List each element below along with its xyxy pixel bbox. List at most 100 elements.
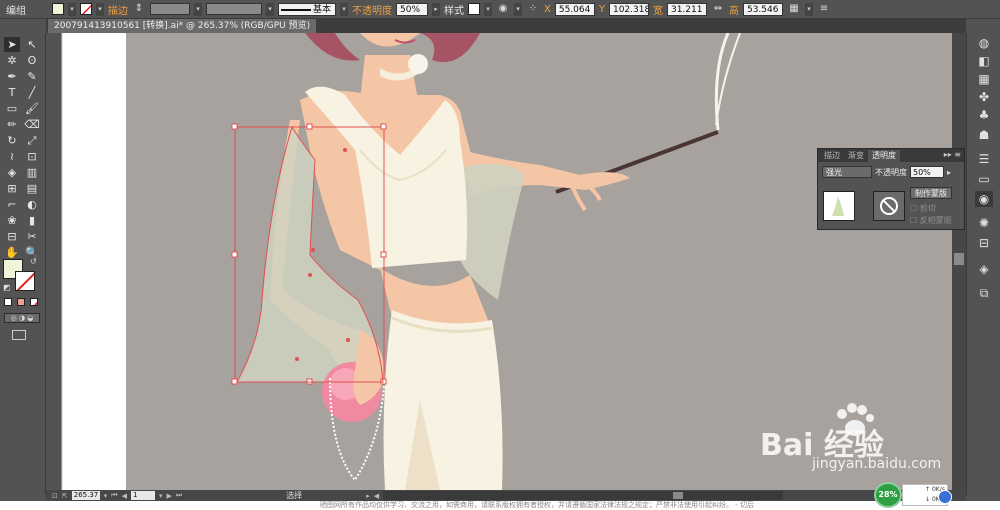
selection-tool-icon[interactable]: ➤ (4, 37, 20, 52)
eraser-tool-icon[interactable]: ⌫ (24, 117, 40, 132)
y-field[interactable]: 102.318 m (608, 2, 649, 16)
artboard-number-field[interactable]: 1 (130, 491, 155, 500)
panel-menu-icon[interactable]: ▸▸ ≡ (944, 150, 961, 159)
document-tab[interactable]: 200791413910561 [转换].ai* @ 265.37% (RGB/… (48, 19, 317, 33)
recolor-dropdown[interactable]: ▾ (514, 2, 522, 16)
none-mode-icon[interactable] (30, 298, 38, 306)
make-mask-button[interactable]: 制作蒙版 (910, 187, 952, 199)
rectangle-tool-icon[interactable]: ▭ (4, 101, 20, 116)
swatches-icon[interactable]: ▦ (975, 71, 993, 87)
mask-thumbnail[interactable] (873, 191, 905, 221)
align-icon[interactable]: ▦ (787, 2, 801, 16)
status-menu-arrow[interactable]: ▸ (366, 492, 370, 500)
draw-mode-icon[interactable]: ◎ ◑ ◒ (4, 313, 40, 323)
stroke-panel-icon[interactable]: ☰ (975, 151, 993, 167)
transparency-panel-icon[interactable]: ◉ (975, 191, 993, 207)
scale-tool-icon[interactable]: ⤢ (24, 133, 40, 148)
stroke-weight-stepper[interactable]: ⇕ (132, 2, 146, 16)
horizontal-scroll-thumb[interactable] (673, 492, 684, 499)
opacity-arrow-icon[interactable]: ▸ (947, 168, 951, 177)
slice-tool-icon[interactable]: ✂ (24, 229, 40, 244)
invert-mask-checkbox[interactable]: ☐ 反相蒙版 (910, 215, 952, 226)
swap-fill-stroke-icon[interactable]: ↺ (30, 257, 37, 266)
screen-mode-icon[interactable] (12, 330, 26, 340)
graphic-styles-icon[interactable]: ☗ (975, 127, 993, 143)
tab-stroke[interactable]: 描边 (820, 150, 844, 162)
layers-icon[interactable]: ◈ (975, 261, 993, 277)
artboards-icon[interactable]: ⧉ (975, 285, 993, 301)
pencil-tool-icon[interactable]: ✏ (4, 117, 20, 132)
paintbrush-tool-icon[interactable]: 🖌 (24, 101, 40, 116)
shape-builder-tool-icon[interactable]: ◈ (4, 165, 20, 180)
gradient-tool-icon[interactable]: ▤ (24, 181, 40, 196)
stroke-dropdown[interactable]: ▾ (96, 2, 104, 16)
gradient-mode-icon[interactable] (17, 298, 25, 306)
export-icon[interactable]: ⇱ (62, 492, 68, 500)
constrain-proportions-icon[interactable]: ⇔ (711, 2, 725, 16)
appearance-icon[interactable]: ✺ (975, 215, 993, 231)
rotate-tool-icon[interactable]: ↻ (4, 133, 20, 148)
width-tool-icon[interactable]: ≀ (4, 149, 20, 164)
variable-width-field[interactable] (206, 3, 262, 15)
brush-definition-field[interactable]: 基本 (278, 2, 336, 16)
eyedropper-tool-icon[interactable]: ⌐ (4, 197, 20, 212)
free-transform-tool-icon[interactable]: ⊡ (24, 149, 40, 164)
perspective-grid-tool-icon[interactable]: ▥ (24, 165, 40, 180)
fill-swatch[interactable] (52, 3, 64, 15)
graphic-style-swatch[interactable] (468, 3, 480, 15)
zoom-field[interactable]: 265.37 (71, 491, 100, 500)
tab-gradient[interactable]: 渐变 (844, 150, 868, 162)
hand-tool-icon[interactable]: ✋ (4, 245, 20, 260)
recolor-icon[interactable]: ◉ (496, 2, 510, 16)
color-mode-icon[interactable] (4, 298, 12, 306)
color-guide-icon[interactable]: ◧ (975, 53, 993, 69)
opacity-dropdown[interactable]: ▸ (432, 2, 440, 16)
brush-dropdown[interactable]: ▾ (340, 2, 348, 16)
panel-menu-icon[interactable]: ≡ (817, 2, 831, 16)
variable-width-dropdown[interactable]: ▾ (266, 2, 274, 16)
zoom-dropdown[interactable]: ▾ (104, 492, 108, 500)
magic-wand-tool-icon[interactable]: ✲ (4, 53, 20, 68)
artboard-dropdown[interactable]: ▾ (159, 492, 163, 500)
stroke-weight-field[interactable] (150, 3, 190, 15)
mesh-tool-icon[interactable]: ⊞ (4, 181, 20, 196)
color-panel-icon[interactable]: ◍ (975, 35, 993, 51)
gradient-panel-icon[interactable]: ▭ (975, 171, 993, 187)
column-graph-tool-icon[interactable]: ▮ (24, 213, 40, 228)
clip-checkbox[interactable]: ☐ 剪切 (910, 203, 936, 214)
previous-artboard-button[interactable]: ◀ (122, 492, 127, 500)
width-field[interactable]: 31.211 mm (666, 2, 707, 16)
brushes-icon[interactable]: ✤ (975, 89, 993, 105)
symbol-sprayer-tool-icon[interactable]: ❀ (4, 213, 20, 228)
horizontal-scroll-left[interactable]: ◀ (374, 492, 379, 500)
height-field[interactable]: 53.546 mm (742, 2, 783, 16)
stroke-swatch[interactable] (80, 3, 92, 15)
opacity-label[interactable]: 不透明度 (352, 2, 392, 17)
align-dropdown[interactable]: ▾ (804, 2, 813, 16)
fill-dropdown[interactable]: ▾ (68, 2, 76, 16)
stroke-label[interactable]: 描边 (108, 2, 128, 17)
artboard-tool-icon[interactable]: ⊟ (4, 229, 20, 244)
vertical-scroll-thumb[interactable] (954, 253, 964, 265)
last-artboard-button[interactable]: ⏭ (176, 491, 182, 500)
pen-tool-icon[interactable]: ✒ (4, 69, 20, 84)
x-field[interactable]: 55.064 mm (554, 2, 595, 16)
stroke-color-box[interactable] (15, 271, 35, 291)
line-tool-icon[interactable]: ╱ (24, 85, 40, 100)
tab-transparency[interactable]: 透明度 (868, 150, 900, 162)
next-artboard-button[interactable]: ▶ (166, 492, 171, 500)
accelerator-badge-icon[interactable] (938, 490, 952, 504)
memory-percent[interactable]: 28% (874, 482, 902, 508)
horizontal-scrollbar[interactable] (383, 491, 784, 500)
align-panel-icon[interactable]: ⊟ (975, 235, 993, 251)
object-thumbnail[interactable] (823, 191, 855, 221)
blend-tool-icon[interactable]: ◐ (24, 197, 40, 212)
first-artboard-button[interactable]: ⏮ (111, 491, 117, 500)
stroke-weight-dropdown[interactable]: ▾ (194, 2, 202, 16)
style-dropdown[interactable]: ▾ (484, 2, 492, 16)
type-tool-icon[interactable]: T (4, 85, 20, 100)
curvature-tool-icon[interactable]: ✎ (24, 69, 40, 84)
reference-point-icon[interactable]: ⁘ (526, 2, 540, 16)
lasso-tool-icon[interactable]: ʘ (24, 53, 40, 68)
network-speed-widget[interactable]: ↑ 0K/s ↓ 0K/s 28% (874, 480, 974, 508)
